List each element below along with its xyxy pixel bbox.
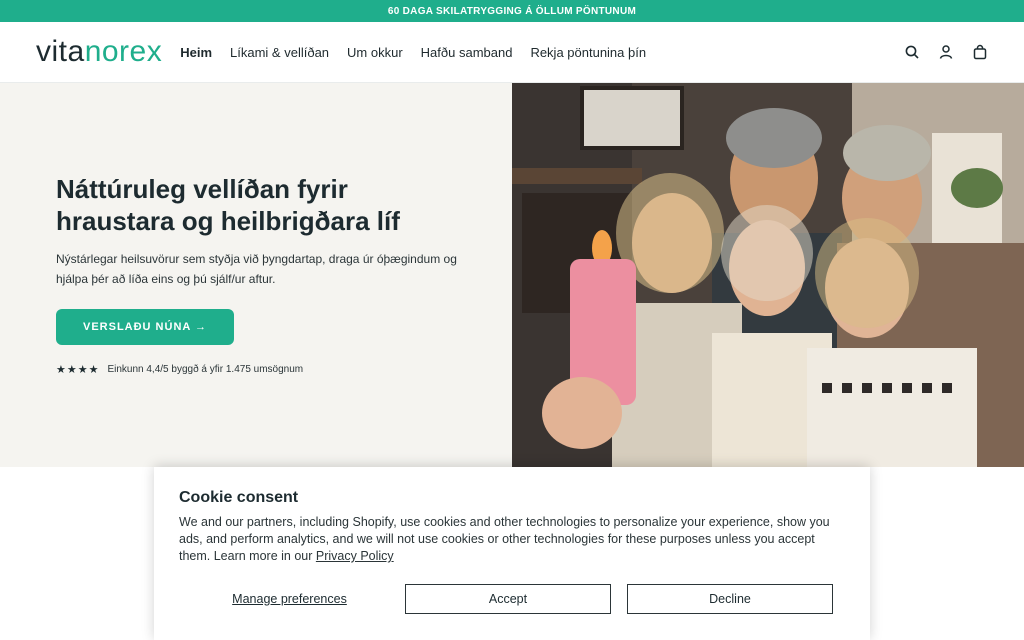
- rating-stars-icon: ★★★★: [56, 364, 100, 376]
- nav-item-body-wellness[interactable]: Líkami & vellíðan: [230, 45, 329, 60]
- rating: ★★★★ Einkunn 4,4/5 byggð á yfir 1.475 um…: [56, 363, 472, 376]
- cookie-body-text: We and our partners, including Shopify, …: [179, 515, 830, 563]
- privacy-policy-link[interactable]: Privacy Policy: [316, 549, 394, 563]
- nav-item-about[interactable]: Um okkur: [347, 45, 403, 60]
- logo[interactable]: vita norex: [36, 35, 162, 69]
- shop-now-button[interactable]: VERSLAÐU NÚNA →: [56, 309, 234, 345]
- logo-part-2: norex: [84, 35, 163, 68]
- main-nav: Heim Líkami & vellíðan Um okkur Hafðu sa…: [180, 45, 646, 60]
- search-icon[interactable]: [904, 44, 920, 60]
- cookie-actions: Manage preferences Accept Decline: [179, 584, 845, 614]
- group-selfie-photo: [512, 83, 1024, 467]
- cart-icon[interactable]: [972, 44, 988, 60]
- nav-item-home[interactable]: Heim: [180, 45, 212, 60]
- decline-button[interactable]: Decline: [627, 584, 833, 614]
- announcement-text: 60 DAGA SKILATRYGGING Á ÖLLUM PÖNTUNUM: [387, 5, 637, 17]
- nav-item-track-order[interactable]: Rekja pöntunina þín: [530, 45, 646, 60]
- hero-image: [512, 83, 1024, 467]
- hero-text-panel: Náttúruleg vellíðan fyrir hraustara og h…: [0, 83, 512, 467]
- site-header: vita norex Heim Líkami & vellíðan Um okku…: [0, 22, 1024, 83]
- account-icon[interactable]: [938, 44, 954, 60]
- hero-title: Náttúruleg vellíðan fyrir hraustara og h…: [56, 174, 400, 236]
- cookie-body: We and our partners, including Shopify, …: [179, 514, 849, 565]
- cookie-consent-dialog: Cookie consent We and our partners, incl…: [154, 467, 870, 640]
- logo-part-1: vita: [36, 35, 85, 68]
- nav-item-contact[interactable]: Hafðu samband: [421, 45, 513, 60]
- header-icons: [904, 44, 988, 60]
- rating-text: Einkunn 4,4/5 byggð á yfir 1.475 umsögnu…: [107, 364, 304, 375]
- announcement-bar: 60 DAGA SKILATRYGGING Á ÖLLUM PÖNTUNUM: [0, 0, 1024, 22]
- cookie-title: Cookie consent: [179, 489, 299, 506]
- hero-subtitle: Nýstárlegar heilsuvörur sem styðja við þ…: [56, 252, 457, 286]
- manage-preferences-link[interactable]: Manage preferences: [187, 592, 392, 606]
- accept-button[interactable]: Accept: [405, 584, 611, 614]
- hero-section: Náttúruleg vellíðan fyrir hraustara og h…: [0, 83, 1024, 467]
